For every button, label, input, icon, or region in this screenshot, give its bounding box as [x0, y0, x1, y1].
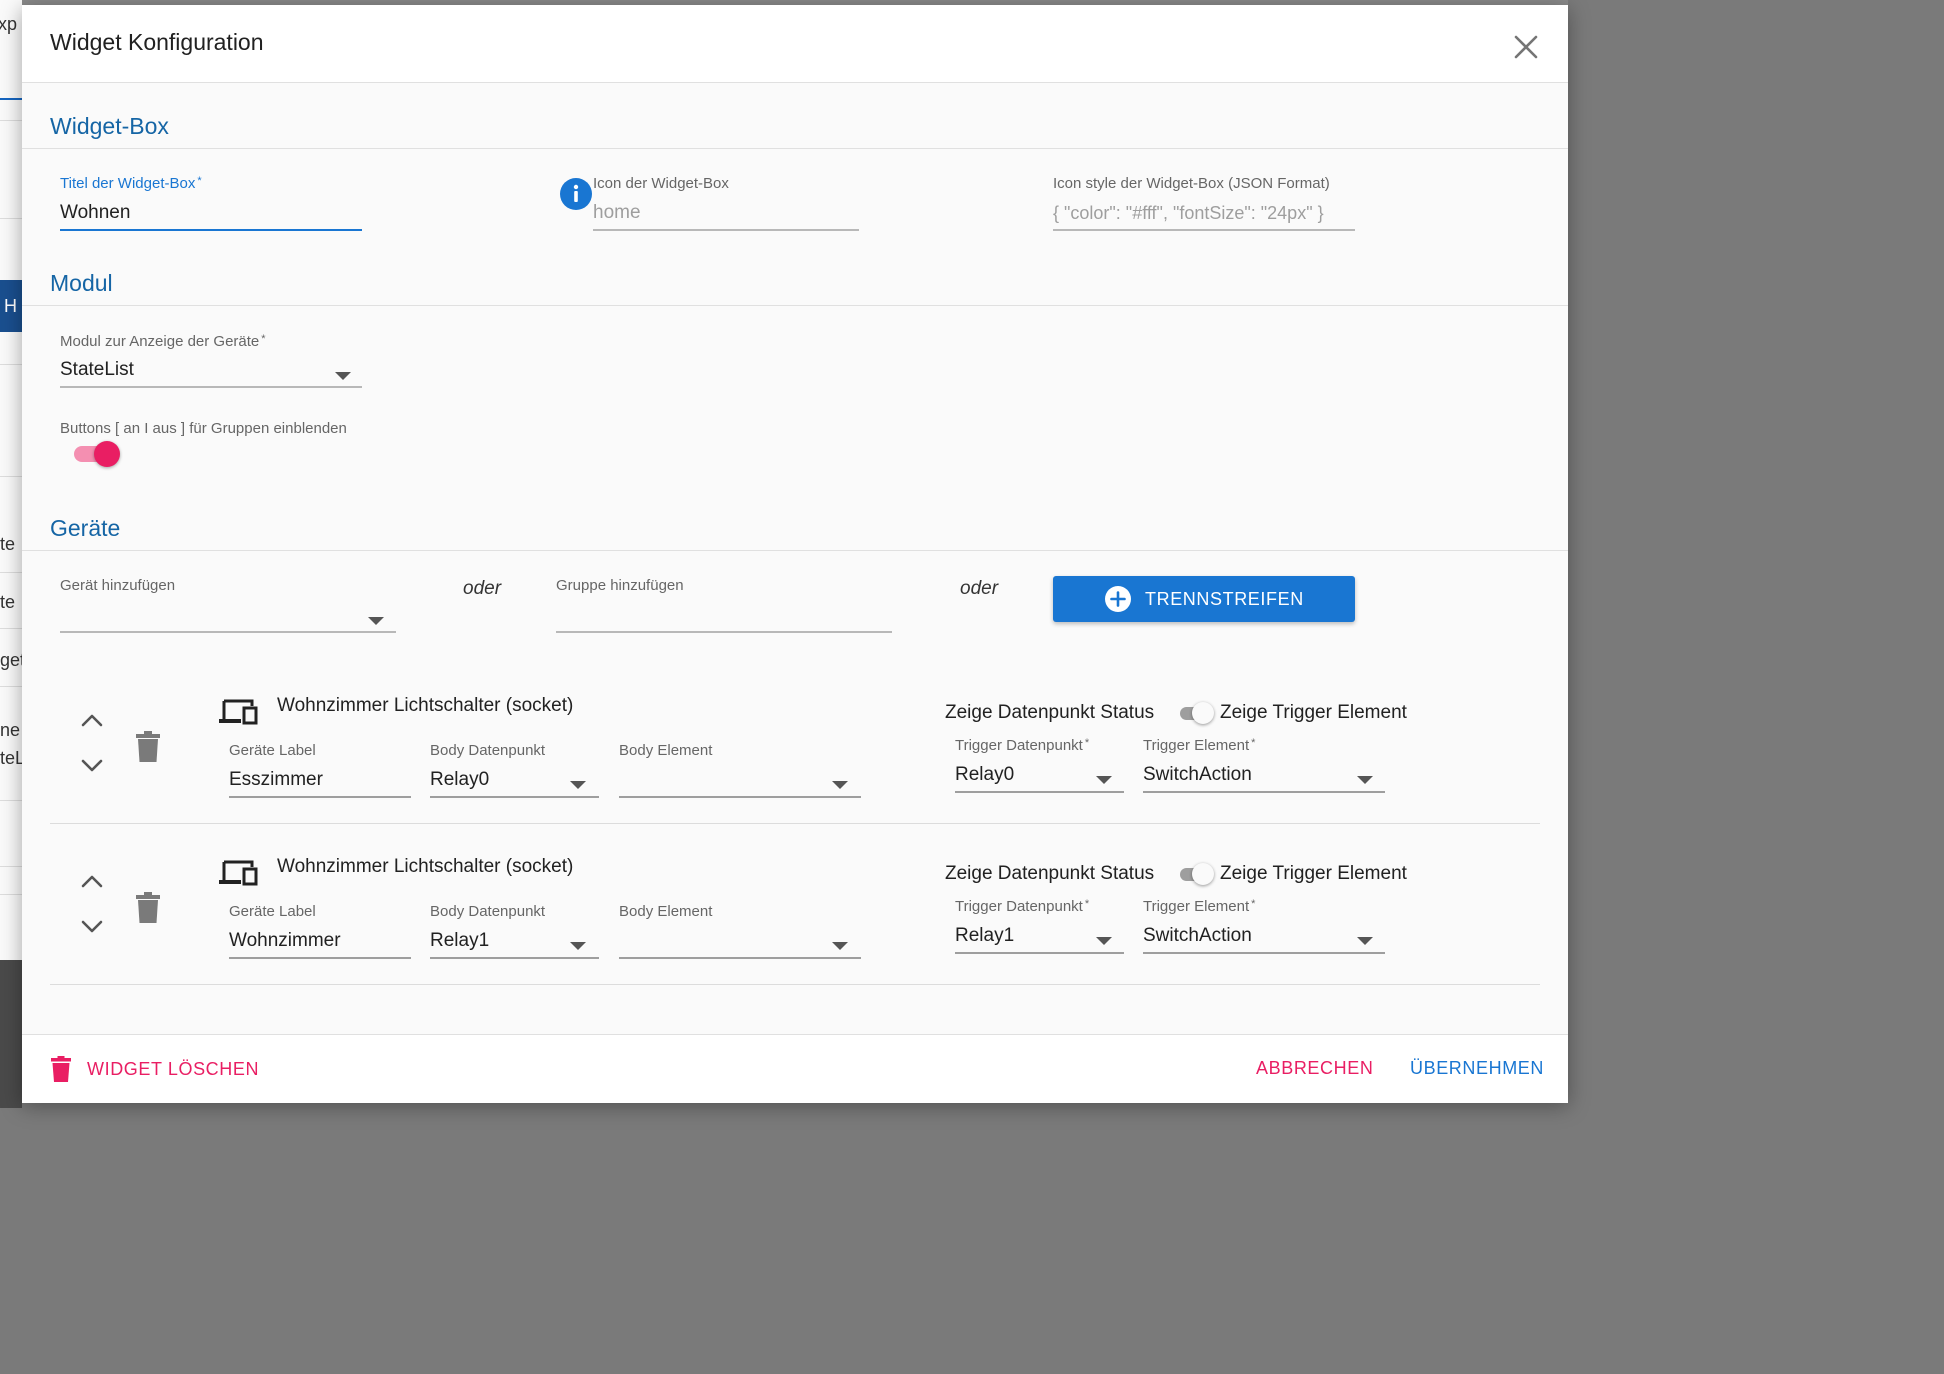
- widget-box-icon-input[interactable]: [593, 200, 857, 226]
- oder-text: oder: [463, 578, 502, 599]
- chevron-up-icon[interactable]: [80, 711, 104, 729]
- add-device-select[interactable]: [60, 631, 396, 633]
- chevron-down-icon[interactable]: [368, 617, 384, 625]
- trigger-mode-switch-thumb[interactable]: [1192, 863, 1214, 885]
- group-buttons-switch-label: Buttons [ an I aus ] für Gruppen einblen…: [60, 420, 347, 437]
- title-field-underline: [60, 229, 362, 231]
- add-group-input[interactable]: [556, 631, 892, 633]
- body-element-select[interactable]: [619, 796, 861, 798]
- chevron-down-icon[interactable]: [1096, 937, 1112, 945]
- device-label-input[interactable]: [229, 767, 409, 793]
- body-element-label: Body Element: [619, 742, 713, 759]
- body-datapoint-label: Body Datenpunkt: [430, 742, 546, 759]
- trigger-datapoint-label: Trigger Datenpunkt *: [955, 737, 1090, 754]
- add-device-label: Gerät hinzufügen: [60, 577, 176, 594]
- trigger-element-label: Trigger Element *: [1143, 898, 1256, 915]
- show-trigger-element-label: Zeige Trigger Element: [1220, 702, 1407, 723]
- chevron-down-icon[interactable]: [80, 757, 104, 775]
- trigger-element-select[interactable]: SwitchAction: [1143, 925, 1252, 947]
- add-separator-button-label: TRENNSTREIFEN: [1145, 589, 1304, 609]
- background-app: xp H te te get ne teL: [0, 0, 22, 960]
- title-field-label: Titel der Widget-Box *: [60, 175, 202, 192]
- device-row-divider: [50, 823, 1540, 824]
- dialog-title: Widget Konfiguration: [50, 29, 264, 55]
- widget-config-dialog: Widget Konfiguration Widget-Box Titel de…: [22, 5, 1568, 1103]
- show-trigger-element-label: Zeige Trigger Element: [1220, 863, 1407, 884]
- section-title-geraete: Geräte: [50, 515, 121, 541]
- info-icon[interactable]: [559, 177, 593, 211]
- apply-button[interactable]: ÜBERNEHMEN: [1410, 1058, 1544, 1079]
- dialog-footer: WIDGET LÖSCHEN ABBRECHEN ÜBERNEHMEN: [22, 1034, 1568, 1103]
- show-datapoint-status-label: Zeige Datenpunkt Status: [945, 863, 1155, 884]
- chevron-down-icon[interactable]: [570, 942, 586, 950]
- icon-field-label: Icon der Widget-Box: [593, 175, 729, 192]
- trash-icon[interactable]: [135, 731, 161, 763]
- section-title-widget-box: Widget-Box: [50, 113, 169, 139]
- delete-widget-button[interactable]: WIDGET LÖSCHEN: [87, 1059, 259, 1080]
- icon-style-field-label: Icon style der Widget-Box (JSON Format): [1053, 175, 1330, 192]
- chevron-down-icon[interactable]: [1357, 776, 1373, 784]
- group-buttons-switch-thumb[interactable]: [94, 441, 120, 467]
- module-select-value[interactable]: StateList: [60, 359, 134, 381]
- device-label-field-label: Geräte Label: [229, 903, 316, 920]
- section-title-modul: Modul: [50, 270, 113, 296]
- module-select-label: Modul zur Anzeige der Geräte *: [60, 333, 266, 350]
- background-app-bottom: [0, 960, 22, 1108]
- body-datapoint-label: Body Datenpunkt: [430, 903, 546, 920]
- device-name: Wohnzimmer Lichtschalter (socket): [277, 695, 574, 716]
- show-datapoint-status-label: Zeige Datenpunkt Status: [945, 702, 1155, 723]
- trigger-element-select[interactable]: SwitchAction: [1143, 764, 1252, 786]
- trigger-mode-switch-thumb[interactable]: [1192, 702, 1214, 724]
- widget-box-icon-style-input[interactable]: [1053, 200, 1355, 226]
- widget-box-title-input[interactable]: [60, 200, 360, 226]
- devices-icon: [219, 860, 258, 886]
- background-fragment-button: H: [0, 280, 22, 332]
- cancel-button[interactable]: ABBRECHEN: [1256, 1058, 1373, 1079]
- chevron-up-icon[interactable]: [80, 872, 104, 890]
- close-icon[interactable]: [1510, 31, 1542, 63]
- chevron-down-icon[interactable]: [80, 918, 104, 936]
- chevron-down-icon[interactable]: [832, 942, 848, 950]
- trash-icon[interactable]: [51, 1056, 71, 1082]
- body-element-label: Body Element: [619, 903, 713, 920]
- add-separator-button[interactable]: TRENNSTREIFEN: [1053, 576, 1355, 622]
- background-fragment: teL: [0, 748, 22, 768]
- trigger-datapoint-label: Trigger Datenpunkt *: [955, 898, 1090, 915]
- trigger-datapoint-select[interactable]: Relay1: [955, 925, 1014, 947]
- body-element-select[interactable]: [619, 957, 861, 959]
- add-circle-icon: [1105, 586, 1131, 612]
- chevron-down-icon[interactable]: [570, 781, 586, 789]
- device-label-field-label: Geräte Label: [229, 742, 316, 759]
- devices-icon: [219, 699, 258, 725]
- background-fragment: ne: [0, 720, 21, 740]
- background-fragment: get: [0, 650, 22, 670]
- oder-text: oder: [960, 578, 999, 599]
- chevron-down-icon[interactable]: [832, 781, 848, 789]
- body-datapoint-select[interactable]: Relay0: [430, 769, 489, 791]
- trigger-element-label: Trigger Element *: [1143, 737, 1256, 754]
- trash-icon[interactable]: [135, 892, 161, 924]
- dialog-header: Widget Konfiguration: [22, 5, 1568, 83]
- chevron-down-icon[interactable]: [335, 372, 351, 380]
- device-name: Wohnzimmer Lichtschalter (socket): [277, 856, 574, 877]
- background-fragment: te: [0, 534, 16, 554]
- background-fragment: te: [0, 592, 16, 612]
- background-fragment: xp: [0, 14, 18, 34]
- trigger-datapoint-select[interactable]: Relay0: [955, 764, 1014, 786]
- add-group-label: Gruppe hinzufügen: [556, 577, 684, 594]
- chevron-down-icon[interactable]: [1096, 776, 1112, 784]
- device-label-input[interactable]: [229, 928, 409, 954]
- chevron-down-icon[interactable]: [1357, 937, 1373, 945]
- device-row-divider: [50, 984, 1540, 985]
- body-datapoint-select[interactable]: Relay1: [430, 930, 489, 952]
